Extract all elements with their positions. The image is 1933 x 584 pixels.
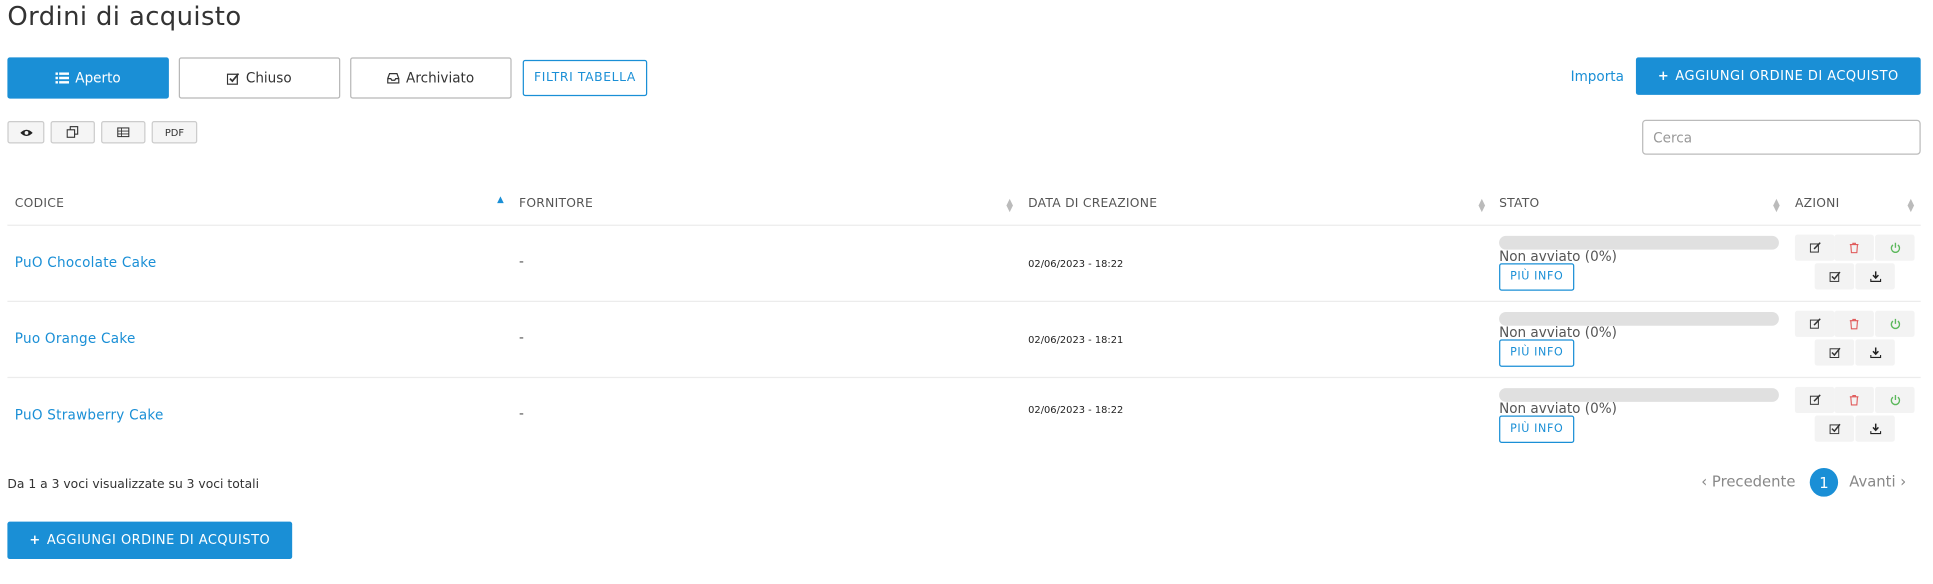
sort-icon[interactable]: ▲ ▼ [1005, 198, 1015, 213]
download-button[interactable] [1855, 263, 1895, 290]
table-icon [117, 127, 130, 138]
status-text: Non avviato (0%) [1499, 400, 1617, 417]
tab-label: Chiuso [245, 69, 292, 87]
power-icon [1890, 318, 1900, 330]
next-page-link[interactable]: Avanti › [1849, 473, 1906, 490]
chevron-right-icon: › [1900, 472, 1907, 491]
close-order-button[interactable] [1875, 386, 1915, 414]
download-icon [1869, 271, 1881, 283]
supplier-cell: - [519, 405, 524, 422]
edit-button[interactable] [1794, 386, 1835, 414]
column-header-created[interactable]: DATA DI CREAZIONE [1028, 197, 1157, 211]
import-link[interactable]: Importa [1571, 69, 1624, 85]
tab-archiviato[interactable]: Archiviato [350, 57, 512, 99]
power-icon [1890, 242, 1900, 253]
inbox-icon [387, 73, 400, 84]
edit-button[interactable] [1794, 310, 1835, 337]
table-filters-button[interactable]: FILTRI TABELLA [522, 59, 648, 97]
divider [7, 376, 1921, 379]
csv-button[interactable] [101, 121, 146, 144]
trash-icon [1849, 242, 1859, 254]
more-info-button[interactable]: PIÙ INFO [1499, 415, 1575, 444]
page-title: Ordini di acquisto [7, 1, 242, 32]
status-text: Non avviato (0%) [1499, 324, 1617, 341]
edit-icon [1809, 394, 1821, 405]
sort-icon[interactable]: ▲ [496, 195, 506, 204]
sort-icon[interactable]: ▲ ▼ [1772, 198, 1782, 213]
table-info: Da 1 a 3 voci visualizzate su 3 voci tot… [7, 477, 260, 492]
chevron-left-icon: ‹ [1701, 472, 1708, 491]
check-square-icon [227, 72, 240, 85]
close-order-button[interactable] [1875, 310, 1915, 337]
page-1-button[interactable]: 1 [1809, 467, 1839, 497]
delete-button[interactable] [1834, 310, 1874, 337]
column-header-actions[interactable]: AZIONI [1795, 197, 1840, 211]
visibility-button[interactable] [7, 121, 45, 144]
tab-label: Aperto [75, 69, 121, 87]
tab-label: Archiviato [406, 69, 475, 87]
more-info-button[interactable]: PIÙ INFO [1499, 339, 1575, 367]
download-button[interactable] [1855, 339, 1895, 366]
delete-button[interactable] [1834, 386, 1874, 414]
approve-button[interactable] [1814, 415, 1855, 442]
tab-aperto[interactable]: Aperto [7, 57, 169, 99]
edit-icon [1809, 242, 1821, 253]
download-icon [1869, 423, 1881, 435]
status-text: Non avviato (0%) [1499, 248, 1617, 265]
date-cell: 02/06/2023 - 18:21 [1028, 334, 1124, 346]
column-header-supplier[interactable]: FORNITORE [519, 197, 593, 211]
column-header-status[interactable]: STATO [1499, 197, 1539, 211]
date-cell: 02/06/2023 - 18:22 [1028, 258, 1124, 270]
sort-icon[interactable]: ▲ ▼ [1477, 198, 1487, 213]
divider [7, 224, 1921, 226]
supplier-cell: - [519, 253, 524, 270]
edit-icon [1809, 318, 1821, 329]
previous-page-link[interactable]: ‹ Precedente [1701, 473, 1795, 490]
more-info-button[interactable]: PIÙ INFO [1499, 263, 1575, 291]
edit-button[interactable] [1794, 234, 1835, 261]
delete-button[interactable] [1834, 234, 1874, 261]
check-square-icon [1828, 347, 1840, 359]
approve-button[interactable] [1814, 263, 1855, 290]
download-icon [1869, 347, 1881, 359]
next-label: Avanti [1849, 472, 1896, 491]
order-code-link[interactable]: PuO Chocolate Cake [15, 255, 157, 271]
copy-button[interactable] [50, 121, 95, 144]
trash-icon [1849, 395, 1859, 406]
approve-button[interactable] [1814, 339, 1855, 366]
check-square-icon [1828, 271, 1840, 282]
order-code-link[interactable]: PuO Strawberry Cake [15, 407, 164, 423]
divider [7, 300, 1921, 302]
eye-icon [19, 129, 33, 136]
column-header-code[interactable]: CODICE [15, 197, 64, 211]
supplier-cell: - [519, 329, 524, 346]
power-icon [1890, 394, 1900, 406]
check-square-icon [1828, 423, 1840, 435]
search-input[interactable] [1642, 119, 1921, 155]
sort-icon[interactable]: ▲ ▼ [1906, 198, 1916, 213]
add-purchase-order-button[interactable]: + AGGIUNGI ORDINE DI ACQUISTO [1635, 57, 1921, 95]
close-order-button[interactable] [1875, 234, 1915, 261]
download-button[interactable] [1855, 415, 1895, 442]
previous-label: Precedente [1711, 472, 1796, 491]
copy-icon [66, 126, 79, 138]
add-purchase-order-button-bottom[interactable]: + AGGIUNGI ORDINE DI ACQUISTO [7, 521, 293, 560]
tab-chiuso[interactable]: Chiuso [178, 57, 341, 99]
date-cell: 02/06/2023 - 18:22 [1028, 404, 1124, 416]
trash-icon [1849, 318, 1859, 330]
add-label: AGGIUNGI ORDINE DI ACQUISTO [1675, 68, 1899, 84]
order-code-link[interactable]: Puo Orange Cake [15, 331, 136, 347]
plus-icon: + [1657, 68, 1670, 84]
pdf-button[interactable]: PDF [151, 121, 198, 144]
list-icon [55, 72, 70, 84]
add-label: AGGIUNGI ORDINE DI ACQUISTO [46, 532, 271, 548]
plus-icon: + [29, 532, 41, 548]
